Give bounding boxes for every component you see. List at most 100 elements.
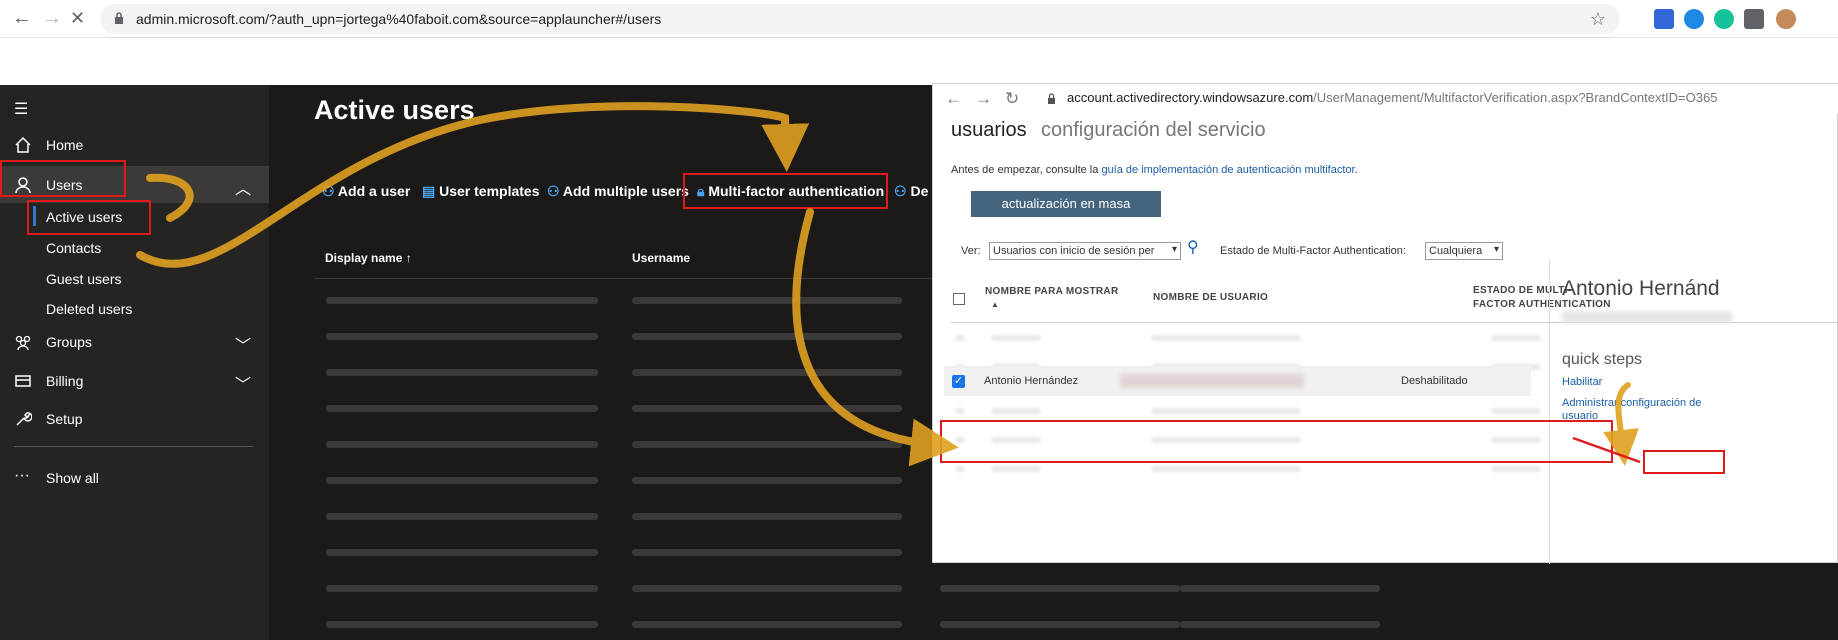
bulk-update-button[interactable]: actualización en masa [971, 191, 1161, 217]
sidebar-item-label: Home [46, 137, 84, 153]
mfa-guide-link[interactable]: guía de implementación de autenticación … [1101, 164, 1354, 176]
billing-icon [15, 375, 31, 387]
home-icon [15, 136, 31, 153]
back-icon[interactable]: ← [12, 8, 32, 28]
loading-placeholder [326, 405, 598, 412]
blurred-username [1120, 374, 1304, 388]
add-user-button[interactable]: ⚇ Add a user [322, 183, 410, 200]
sidebar-item-home[interactable]: Home [0, 128, 269, 162]
loading-placeholder [632, 477, 902, 484]
screenshot: ← → ✕ admin.microsoft.com/?auth_upn=jort… [0, 0, 1838, 640]
sidebar-item-show-all[interactable]: ··· Show all [0, 461, 269, 495]
groups-icon [15, 335, 31, 351]
loading-placeholder [326, 297, 598, 304]
add-user-icon: ⚇ [322, 183, 338, 199]
loading-placeholder [632, 333, 902, 340]
tab-usuarios[interactable]: usuarios [951, 119, 1027, 142]
blurred-cell [1151, 466, 1301, 472]
header-divider [314, 278, 934, 279]
blurred-cell [991, 466, 1041, 472]
avatar[interactable] [1776, 9, 1796, 29]
highlight-mfa [683, 173, 888, 209]
chevron-down-icon: ﹀ [234, 377, 251, 394]
status-value: Cualquiera [1429, 245, 1483, 257]
blurred-cell [991, 408, 1041, 414]
highlight-active-users [27, 200, 151, 235]
status-select[interactable]: Cualquiera ▾ [1425, 242, 1503, 260]
loading-placeholder [632, 585, 902, 592]
loading-placeholder [326, 333, 598, 340]
loading-placeholder [940, 621, 1180, 628]
column-username[interactable]: NOMBRE DE USUARIO [1153, 291, 1268, 305]
loading-placeholder [632, 369, 902, 376]
hamburger-icon[interactable]: ☰ [14, 99, 28, 119]
loading-placeholder [326, 585, 598, 592]
column-display-name[interactable]: Display name ↑ [325, 251, 412, 265]
sidebar-item-deleted-users[interactable]: Deleted users [46, 301, 132, 317]
row-checkbox-checked[interactable]: ✓ [952, 375, 965, 388]
back-icon[interactable]: ← [945, 89, 962, 109]
loading-placeholder [632, 549, 902, 556]
view-value: Usuarios con inicio de sesión per [993, 245, 1155, 257]
popup-url: account.activedirectory.windowsazure.com… [1067, 90, 1717, 105]
mfa-status: Deshabilitado [1401, 375, 1468, 387]
sidebar-item-setup[interactable]: Setup [0, 402, 269, 436]
delete-user-button[interactable]: ⚇ De [894, 183, 928, 200]
blurred-cell [1151, 408, 1301, 414]
lock-icon [115, 12, 123, 24]
tab-service-settings[interactable]: configuración del servicio [1041, 119, 1266, 142]
blurred-cell [1151, 335, 1301, 341]
blurred-cell [955, 466, 965, 472]
close-loading-icon[interactable]: ✕ [70, 8, 85, 28]
sidebar-item-guest-users[interactable]: Guest users [46, 271, 121, 287]
url-text: admin.microsoft.com/?auth_upn=jortega%40… [136, 11, 662, 27]
sidebar-item-label: Setup [46, 411, 83, 427]
blurred-cell [1491, 335, 1541, 341]
intro-end: . [1354, 164, 1358, 176]
mfa-window: ← → ↻ account.activedirectory.windowsazu… [932, 83, 1838, 564]
loading-placeholder [1180, 621, 1380, 628]
users-icon: ⚇ [547, 183, 563, 199]
loading-placeholder [326, 621, 598, 628]
grammarly-icon[interactable] [1714, 9, 1734, 29]
highlight-users [0, 160, 126, 197]
reload-icon[interactable]: ↻ [1005, 89, 1019, 109]
loading-placeholder [632, 513, 902, 520]
chevron-down-icon: ▾ [1493, 244, 1499, 255]
sidebar-item-groups[interactable]: Groups ﹀ [0, 325, 269, 359]
puzzle-icon[interactable] [1744, 9, 1764, 29]
enable-link[interactable]: Habilitar [1562, 376, 1602, 388]
select-all-checkbox[interactable] [953, 293, 965, 305]
table-row[interactable] [951, 323, 1541, 353]
column-display-name[interactable]: NOMBRE PARA MOSTRAR [985, 285, 1118, 299]
detail-user-name: Antonio Hernánd [1562, 277, 1720, 300]
column-username[interactable]: Username [632, 251, 690, 265]
forward-icon[interactable]: → [42, 8, 62, 28]
user-templates-button[interactable]: ▤ User templates [422, 183, 540, 200]
popup-address-bar: ← → ↻ account.activedirectory.windowsazu… [933, 84, 1838, 114]
view-select[interactable]: Usuarios con inicio de sesión per ▾ [989, 242, 1181, 260]
address-bar[interactable]: admin.microsoft.com/?auth_upn=jortega%40… [100, 4, 1620, 34]
search-icon[interactable]: ⚲ [1187, 237, 1199, 257]
loading-placeholder [940, 585, 1180, 592]
loading-placeholder [326, 549, 598, 556]
wrench-icon [16, 412, 32, 426]
edge-icon[interactable] [1684, 9, 1704, 29]
table-row-selected[interactable]: ✓ Antonio Hernández Deshabilitado [944, 366, 1531, 396]
sidebar-item-billing[interactable]: Billing ﹀ [0, 364, 269, 398]
star-icon[interactable]: ☆ [1590, 9, 1606, 30]
sidebar-item-contacts[interactable]: Contacts [46, 240, 101, 256]
page-title: Active users [314, 95, 475, 125]
blurred-cell [991, 335, 1041, 341]
user-icon: ⚇ [894, 183, 911, 199]
forward-icon[interactable]: → [975, 89, 992, 109]
loading-placeholder [632, 441, 902, 448]
sort-up-icon: ▲ [991, 300, 1000, 309]
highlight-enable [1643, 450, 1725, 474]
command-label: User templates [439, 183, 540, 199]
chevron-up-icon: ︿ [234, 181, 251, 198]
add-multiple-users-button[interactable]: ⚇ Add multiple users [547, 183, 689, 200]
more-icon: ··· [14, 467, 30, 484]
url-path: /UserManagement/MultifactorVerification.… [1313, 90, 1718, 105]
extension-icon[interactable] [1654, 9, 1674, 29]
